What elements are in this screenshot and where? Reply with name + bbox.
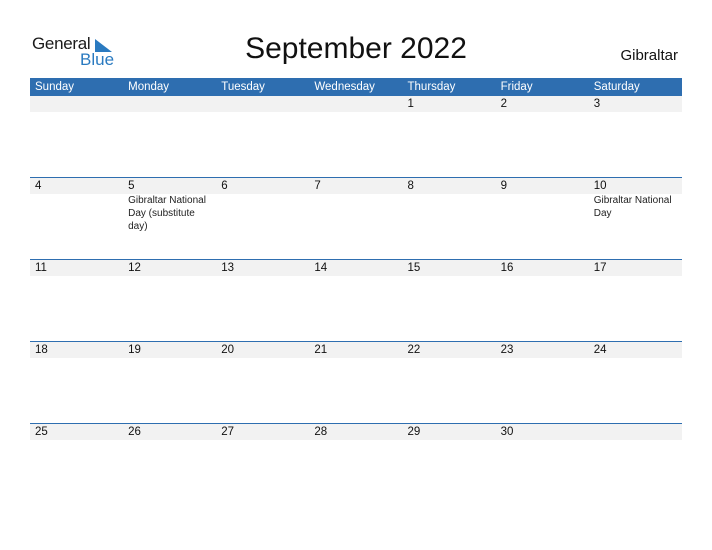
week-row-3: 11 12 13 14 15 16 17 [30, 259, 682, 341]
day-number: 28 [314, 426, 328, 438]
day-number [216, 96, 309, 112]
day-number: 29 [407, 426, 421, 438]
weekday-header: Sunday Monday Tuesday Wednesday Thursday… [30, 78, 682, 96]
day-number: 30 [500, 426, 514, 438]
day-number: 11 [35, 262, 47, 274]
day-number: 25 [35, 426, 48, 438]
week-row-4: 18 19 20 21 22 23 24 [30, 341, 682, 423]
day-number [30, 96, 123, 112]
day-number: 9 [500, 180, 508, 192]
calendar-title: September 2022 [245, 32, 467, 65]
day-number: 18 [35, 344, 48, 356]
day-number: 20 [221, 344, 235, 356]
day-number: 2 [500, 98, 508, 110]
day-number: 1 [407, 98, 414, 110]
weekday-wednesday: Wednesday [314, 81, 375, 93]
holiday-event: Gibraltar National Day (substitute day) [128, 195, 206, 232]
day-event [216, 194, 309, 233]
day-number [589, 424, 682, 440]
holiday-event: Gibraltar National Day [593, 195, 672, 219]
week-row-1: 1 2 3 [30, 96, 682, 177]
day-number: 22 [407, 344, 421, 356]
day-number: 21 [314, 344, 328, 356]
day-number: 23 [500, 344, 514, 356]
weekday-friday: Friday [500, 81, 533, 93]
day-number: 24 [593, 344, 607, 356]
day-number: 3 [593, 98, 601, 110]
day-number: 5 [128, 180, 135, 192]
day-event [496, 194, 589, 233]
day-number: 17 [593, 262, 607, 274]
day-number: 13 [221, 262, 235, 274]
day-number: 15 [407, 262, 421, 274]
day-number: 26 [128, 426, 141, 438]
day-number: 14 [314, 262, 328, 274]
day-number: 19 [128, 344, 141, 356]
day-number [309, 96, 402, 112]
day-number: 4 [35, 180, 42, 192]
day-number: 27 [221, 426, 235, 438]
weekday-thursday: Thursday [407, 81, 456, 93]
day-number [123, 96, 216, 112]
week-row-5: 25 26 27 28 29 30 [30, 423, 682, 505]
calendar-grid: Sunday Monday Tuesday Wednesday Thursday… [30, 78, 682, 505]
day-number: 12 [128, 262, 141, 274]
day-number: 6 [221, 180, 228, 192]
weekday-sunday: Sunday [35, 81, 75, 93]
day-event [403, 194, 496, 233]
week-row-2: 4 5 6 7 8 9 10 Gibraltar National Day (s… [30, 177, 682, 259]
weekday-monday: Monday [128, 81, 170, 93]
day-number: 8 [407, 180, 414, 192]
day-event [30, 194, 123, 233]
day-event [309, 194, 402, 233]
weekday-tuesday: Tuesday [221, 81, 265, 93]
weekday-saturday: Saturday [593, 81, 640, 93]
country-label: Gibraltar [620, 47, 678, 64]
day-number: 10 [593, 180, 607, 192]
day-number: 7 [314, 180, 321, 192]
day-number: 16 [500, 262, 514, 274]
